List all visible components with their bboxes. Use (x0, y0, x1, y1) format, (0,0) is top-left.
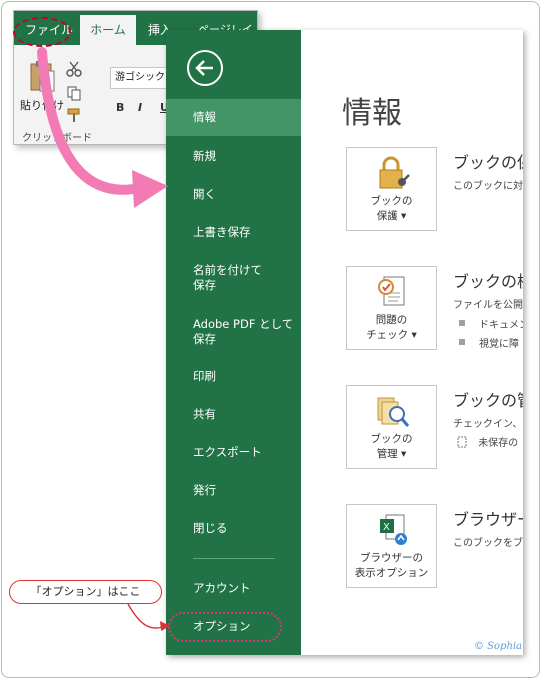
check-issues-label: 問題の チェック ▾ (366, 314, 417, 341)
document-icon (457, 436, 467, 448)
browser-section-title: ブラウザー表示 (453, 510, 523, 529)
protect-section-title: ブックの保護 (453, 153, 523, 172)
file-tab-highlight (13, 17, 71, 47)
inspect-document-icon (378, 276, 405, 306)
options-callout: 「オプション」はここ (9, 580, 162, 604)
backstage-nav: 情報 新規 開く 上書き保存 名前を付けて 保存 Adobe PDF として 保… (166, 30, 301, 655)
manage-section-desc: チェックイン、チェ (453, 419, 523, 430)
back-arrow-icon[interactable] (187, 50, 223, 86)
nav-info[interactable]: 情報 (166, 99, 301, 136)
inspect-section-title: ブックの検査 (453, 272, 523, 291)
unsaved-bullet: 未保存の (457, 434, 518, 449)
bold-button[interactable]: B (116, 101, 124, 114)
protect-workbook-button[interactable]: ブックの 保護 ▾ (346, 147, 437, 231)
nav-close[interactable]: 閉じる (166, 521, 301, 536)
browser-section-desc: このブックをブラ (453, 538, 523, 549)
nav-account[interactable]: アカウント (166, 581, 301, 596)
copyright-text: © Sophia (474, 641, 523, 652)
inspect-bullet: ドキュメント (459, 316, 523, 331)
manage-versions-icon (377, 397, 410, 427)
paste-label: 貼り付け (20, 99, 64, 112)
backstage-view: 情報 新規 開く 上書き保存 名前を付けて 保存 Adobe PDF として 保… (166, 30, 523, 655)
nav-new[interactable]: 新規 (166, 149, 301, 164)
protect-workbook-label: ブックの 保護 ▾ (370, 195, 413, 222)
info-pane: 情報 ブックの 保護 ▾ ブックの保護 このブックに対して 問題の チェック ▾… (301, 30, 523, 655)
tab-home[interactable]: ホーム (80, 15, 136, 49)
copy-icon[interactable] (66, 85, 82, 101)
check-issues-button[interactable]: 問題の チェック ▾ (346, 266, 437, 350)
protect-section-desc: このブックに対して (453, 181, 523, 192)
svg-text:X: X (383, 522, 390, 533)
page-title: 情報 (342, 96, 402, 131)
nav-save[interactable]: 上書き保存 (166, 225, 301, 240)
nav-divider (193, 558, 275, 559)
options-highlight (168, 612, 282, 642)
italic-button[interactable]: I (138, 101, 142, 114)
nav-open[interactable]: 開く (166, 187, 301, 202)
nav-publish[interactable]: 発行 (166, 483, 301, 498)
nav-save-as-pdf[interactable]: Adobe PDF として 保存 (166, 317, 301, 347)
nav-save-as[interactable]: 名前を付けて 保存 (166, 263, 301, 293)
browser-view-options-label: ブラウザーの 表示オプション (354, 552, 429, 579)
nav-print[interactable]: 印刷 (166, 369, 301, 384)
paste-icon[interactable] (28, 59, 56, 93)
inspect-bullet: 視覚に障 (459, 335, 519, 350)
clipboard-group-label: クリップボード (22, 133, 92, 144)
manage-section-title: ブックの管理 (453, 391, 523, 410)
nav-export[interactable]: エクスポート (166, 445, 301, 460)
inspect-section-desc: ファイルを公開する (453, 300, 523, 311)
browser-view-options-button[interactable]: X ブラウザーの 表示オプション (346, 504, 437, 588)
lock-key-icon (379, 156, 410, 189)
format-painter-icon[interactable] (66, 107, 82, 123)
manage-workbook-label: ブックの 管理 ▾ (370, 433, 413, 460)
manage-workbook-button[interactable]: ブックの 管理 ▾ (346, 385, 437, 469)
excel-browser-icon: X (380, 514, 407, 545)
nav-share[interactable]: 共有 (166, 407, 301, 422)
cut-icon[interactable] (66, 61, 82, 77)
